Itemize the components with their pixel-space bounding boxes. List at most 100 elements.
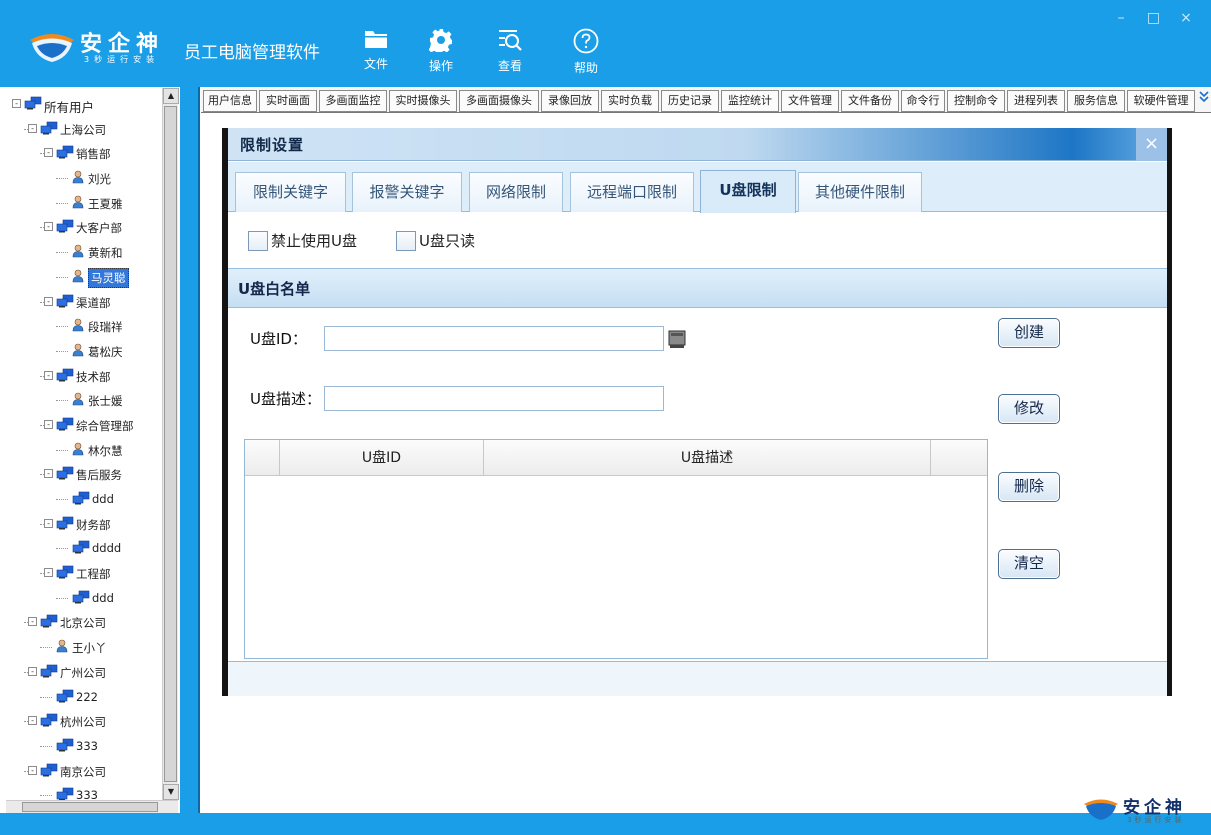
menu-file-button[interactable]: 文件	[350, 28, 402, 80]
tree-group-node[interactable]: - 广州公司	[6, 660, 164, 685]
tab-realtime-screen[interactable]: 实时画面	[259, 90, 317, 112]
tree-node-label[interactable]: 张士媛	[88, 393, 123, 409]
collapse-toggle-icon[interactable]: -	[28, 716, 37, 726]
tree-node-label[interactable]: 工程部	[76, 566, 111, 582]
tab-history[interactable]: 历史记录	[661, 90, 719, 112]
tree-group-node[interactable]: - 渠道部	[6, 290, 164, 315]
tree-group-node[interactable]: dddd	[6, 536, 164, 561]
tree-node-label[interactable]: 北京公司	[60, 615, 106, 631]
maximize-button[interactable]: □	[1143, 10, 1165, 26]
tree-node-label[interactable]: 马灵聪	[88, 267, 129, 288]
tree-node-label[interactable]: 综合管理部	[76, 418, 134, 434]
tab-usb-restrict[interactable]: U盘限制	[700, 170, 796, 213]
usb-id-input[interactable]	[324, 326, 664, 351]
tree-node-label[interactable]: 渠道部	[76, 295, 111, 311]
tree-user-node[interactable]: 马灵聪	[6, 265, 164, 290]
tree-group-node[interactable]: - 技术部	[6, 364, 164, 389]
tree-group-node[interactable]: - 所有用户	[6, 92, 164, 117]
tree-user-node[interactable]: 张士媛	[6, 388, 164, 413]
tree-group-node[interactable]: - 财务部	[6, 512, 164, 537]
tab-service-info[interactable]: 服务信息	[1067, 90, 1125, 112]
collapse-toggle-icon[interactable]: -	[28, 765, 37, 775]
tree-group-node[interactable]: - 工程部	[6, 561, 164, 586]
tab-hardware-software[interactable]: 软硬件管理	[1127, 90, 1195, 112]
tree-user-node[interactable]: 段瑞祥	[6, 314, 164, 339]
tree-node-label[interactable]: 售后服务	[76, 467, 122, 483]
disable-usb-checkbox[interactable]: 禁止使用U盘	[248, 230, 357, 252]
tree-node-label[interactable]: 段瑞祥	[88, 319, 123, 335]
collapse-toggle-icon[interactable]: -	[44, 222, 53, 232]
tree-node-label[interactable]: 上海公司	[60, 122, 106, 138]
tree-node-label[interactable]: ddd	[92, 591, 114, 605]
collapse-toggle-icon[interactable]: -	[28, 666, 37, 676]
tab-multi-screen-monitor[interactable]: 多画面监控	[319, 90, 387, 112]
tree-node-label[interactable]: 林尔慧	[88, 443, 123, 459]
table-header-usb-desc[interactable]: U盘描述	[484, 440, 931, 476]
usb-desc-input[interactable]	[324, 386, 664, 411]
delete-button[interactable]: 删除	[998, 472, 1060, 502]
tab-recording-playback[interactable]: 录像回放	[541, 90, 599, 112]
tree-node-label[interactable]: 杭州公司	[60, 714, 106, 730]
create-button[interactable]: 创建	[998, 318, 1060, 348]
dialog-close-button[interactable]: ×	[1136, 128, 1167, 161]
collapse-toggle-icon[interactable]: -	[12, 99, 21, 108]
tab-remote-port-restrict[interactable]: 远程端口限制	[570, 172, 694, 212]
tree-group-node[interactable]: - 杭州公司	[6, 709, 164, 734]
tree-node-label[interactable]: ddd	[92, 492, 114, 506]
collapse-toggle-icon[interactable]: -	[44, 419, 53, 429]
tree-user-node[interactable]: 王小丫	[6, 635, 164, 660]
tab-monitor-stats[interactable]: 监控统计	[721, 90, 779, 112]
tab-restrict-keywords[interactable]: 限制关键字	[235, 172, 346, 212]
usb-readonly-checkbox-box[interactable]	[396, 230, 416, 251]
usb-readonly-checkbox[interactable]: U盘只读	[396, 230, 475, 252]
tree-group-node[interactable]: 333	[6, 734, 164, 759]
tree-node-label[interactable]: dddd	[92, 541, 121, 555]
tree-group-node[interactable]: ddd	[6, 487, 164, 512]
tree-node-label[interactable]: 刘光	[88, 171, 111, 187]
close-window-button[interactable]: ×	[1175, 10, 1197, 26]
tree-node-label[interactable]: 大客户部	[76, 220, 122, 236]
tree-group-node[interactable]: - 销售部	[6, 141, 164, 166]
tree-group-node[interactable]: - 上海公司	[6, 117, 164, 142]
tree-group-node[interactable]: - 大客户部	[6, 215, 164, 240]
tree-user-node[interactable]: 刘光	[6, 166, 164, 191]
collapse-toggle-icon[interactable]: -	[44, 370, 53, 380]
tree-group-node[interactable]: - 售后服务	[6, 462, 164, 487]
menu-help-button[interactable]: 帮助	[560, 28, 612, 80]
tab-command-line[interactable]: 命令行	[901, 90, 945, 112]
tree-node-label[interactable]: 所有用户	[44, 97, 94, 116]
tree-node-label[interactable]: 葛松庆	[88, 344, 123, 360]
tree-horizontal-scrollbar[interactable]	[6, 800, 178, 813]
tree-group-node[interactable]: - 综合管理部	[6, 413, 164, 438]
tree-user-node[interactable]: 王夏雅	[6, 191, 164, 216]
menu-view-button[interactable]: 查看	[484, 28, 536, 80]
tree-node-label[interactable]: 王夏雅	[88, 196, 123, 212]
tree-node-label[interactable]: 技术部	[76, 369, 111, 385]
tree-user-node[interactable]: 葛松庆	[6, 339, 164, 364]
tab-alarm-keywords[interactable]: 报警关键字	[352, 172, 462, 212]
tree-group-node[interactable]: - 南京公司	[6, 759, 164, 784]
tab-user-info[interactable]: 用户信息	[203, 90, 257, 112]
collapse-toggle-icon[interactable]: -	[44, 296, 53, 306]
tree-group-node[interactable]: ddd	[6, 586, 164, 611]
tree-scroll-thumb[interactable]	[164, 106, 177, 782]
tree-group-node[interactable]: - 北京公司	[6, 610, 164, 635]
minimize-button[interactable]: –	[1110, 10, 1132, 26]
tab-control-command[interactable]: 控制命令	[947, 90, 1005, 112]
usb-device-picker-icon[interactable]	[668, 329, 686, 349]
tab-other-hardware-restrict[interactable]: 其他硬件限制	[798, 172, 922, 212]
tab-multi-camera[interactable]: 多画面摄像头	[459, 90, 539, 112]
tree-node-label[interactable]: 南京公司	[60, 764, 106, 780]
tree-node-label[interactable]: 222	[76, 690, 98, 704]
collapse-toggle-icon[interactable]: -	[28, 123, 37, 133]
tree-node-label[interactable]: 财务部	[76, 517, 111, 533]
tree-vertical-scrollbar[interactable]: ▲ ▼	[162, 88, 179, 800]
tree-group-node[interactable]: 222	[6, 685, 164, 710]
modify-button[interactable]: 修改	[998, 394, 1060, 424]
tree-node-label[interactable]: 销售部	[76, 146, 111, 162]
panel-splitter[interactable]	[180, 87, 200, 813]
tree-hscroll-thumb[interactable]	[22, 802, 158, 812]
collapse-toggle-icon[interactable]: -	[44, 469, 53, 479]
tab-process-list[interactable]: 进程列表	[1007, 90, 1065, 112]
tab-file-management[interactable]: 文件管理	[781, 90, 839, 112]
